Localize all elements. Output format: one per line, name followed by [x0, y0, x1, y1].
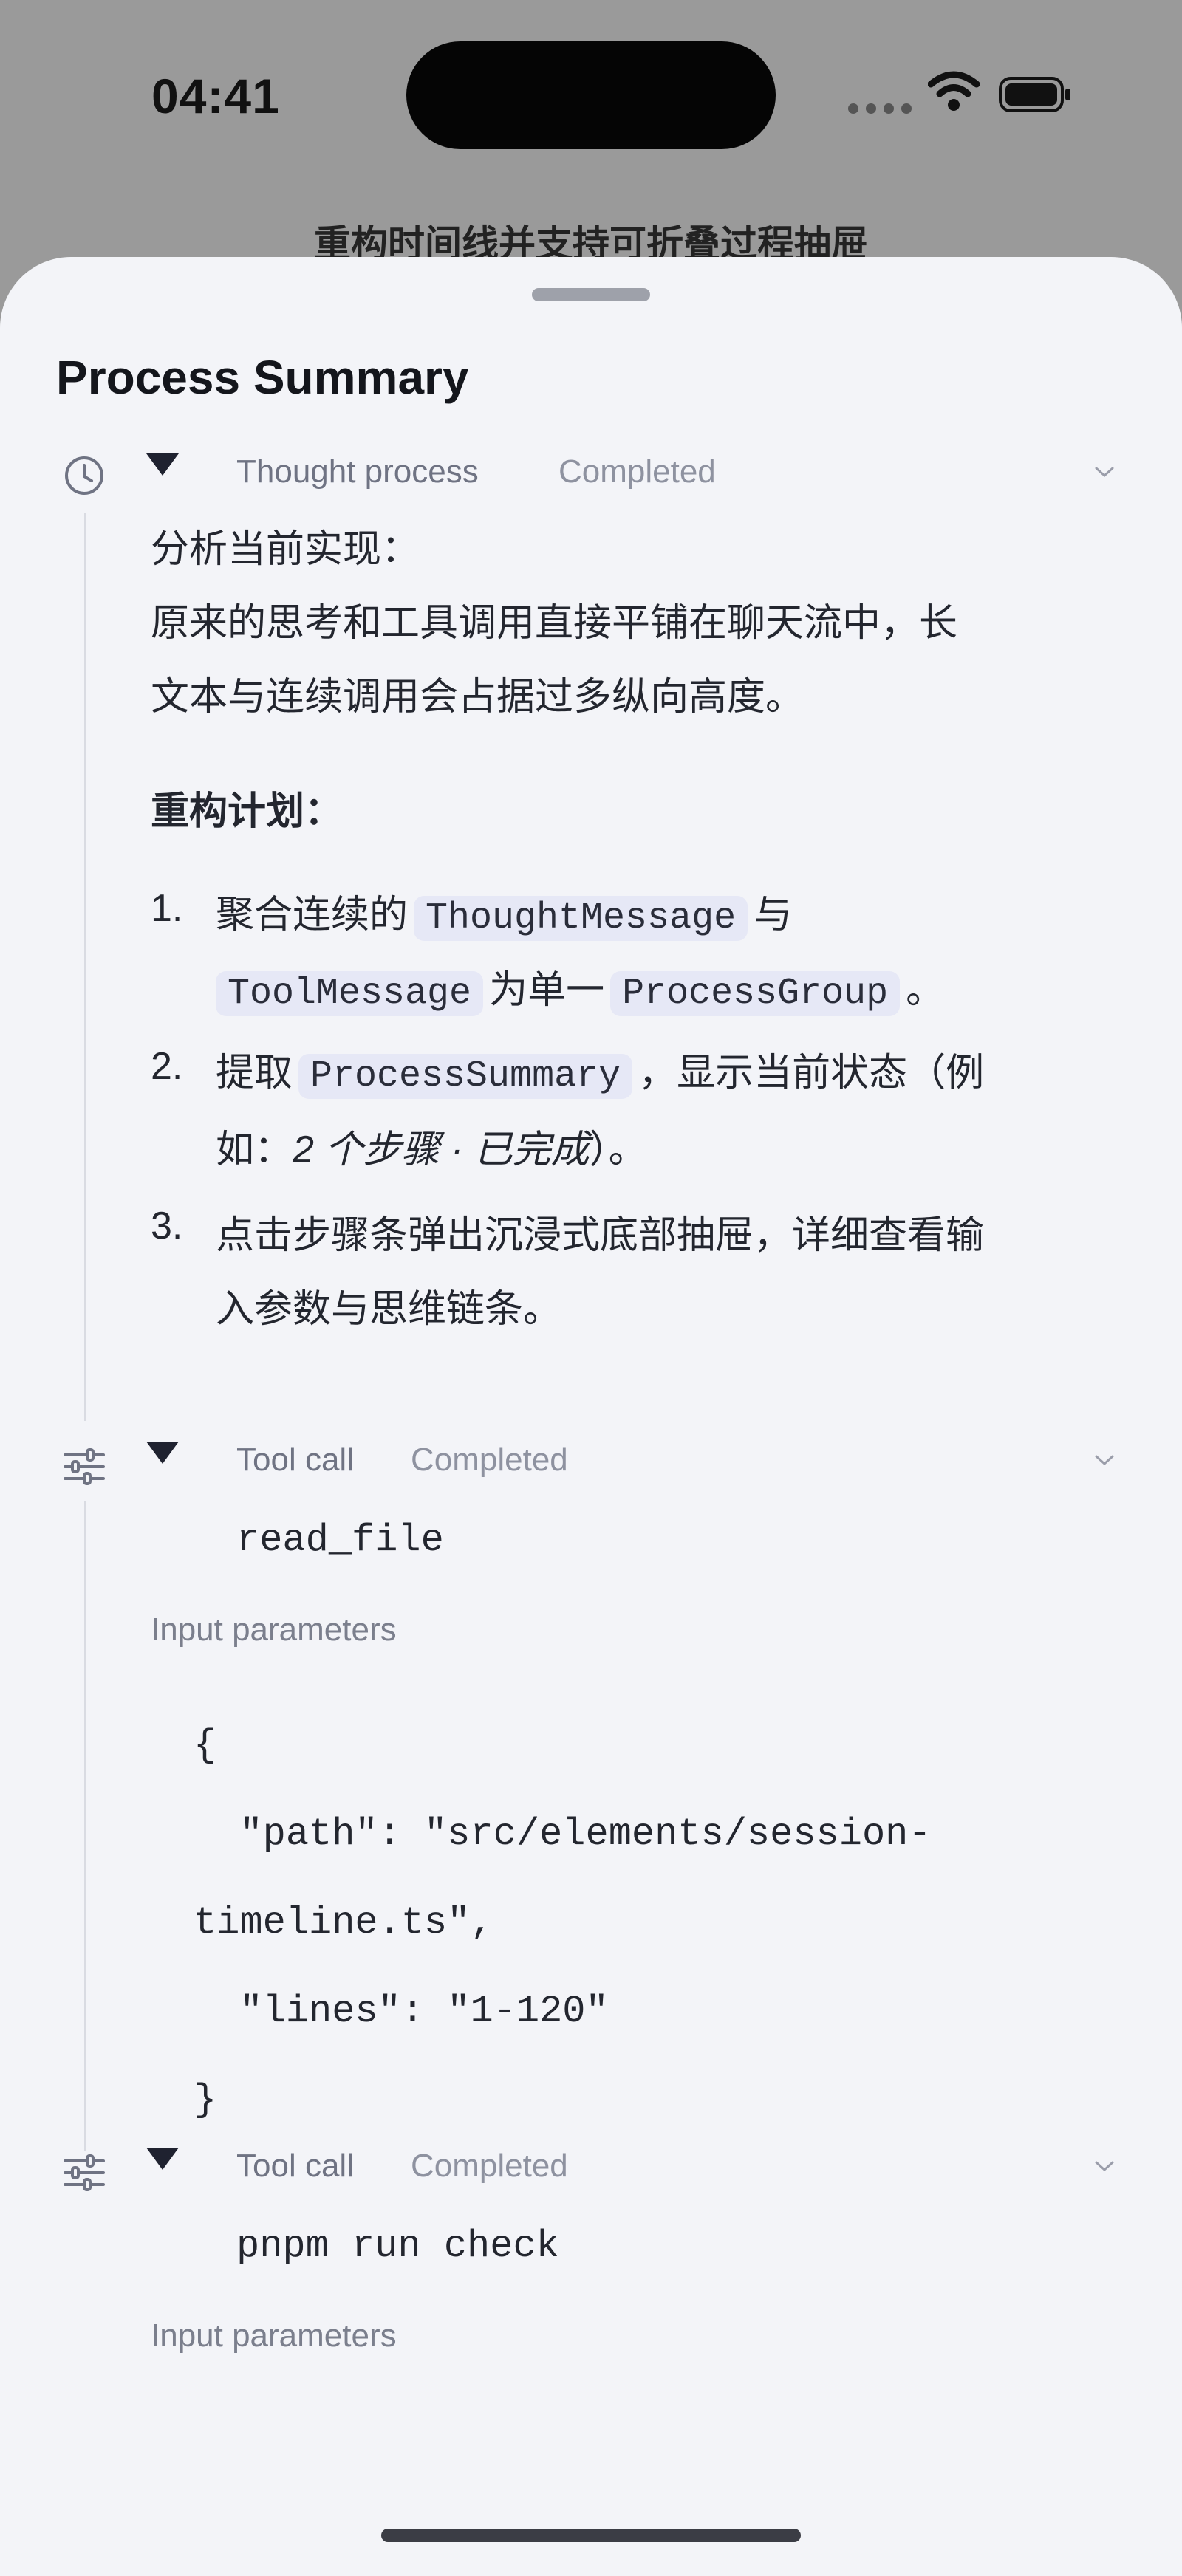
chevron-down-icon[interactable] — [1092, 464, 1117, 480]
sheet-grabber[interactable] — [532, 288, 650, 301]
inline-code: ProcessSummary — [298, 1054, 633, 1099]
status-time: 04:41 — [151, 69, 280, 123]
wifi-icon — [928, 71, 980, 111]
list-number: 1. — [151, 887, 183, 930]
collapse-triangle-icon[interactable] — [146, 1442, 179, 1464]
battery-icon — [999, 77, 1070, 112]
input-parameters-label: Input parameters — [151, 2318, 397, 2354]
list-item-text: 入参数与思维链条。 — [216, 1288, 562, 1331]
section-label[interactable]: Thought process — [236, 453, 479, 490]
tool-call-section: Tool call Completed read_file Input para… — [0, 1442, 1182, 2151]
section-status: Completed — [411, 1442, 568, 1478]
collapse-triangle-icon[interactable] — [146, 453, 179, 476]
section-label[interactable]: Tool call — [236, 1442, 354, 1479]
inline-code: ProcessGroup — [610, 971, 901, 1016]
inline-code: ThoughtMessage — [414, 896, 748, 941]
section-status: Completed — [411, 2148, 568, 2184]
thought-intro-line: 原来的思考和工具调用直接平铺在聊天流中，长 — [151, 602, 958, 645]
tool-call-section: Tool call Completed pnpm run check Input… — [0, 2148, 1182, 2369]
clock-icon — [65, 456, 103, 495]
timeline-rail — [84, 513, 86, 1421]
chevron-down-icon[interactable] — [1092, 2158, 1117, 2174]
code-line: { — [194, 1724, 217, 1767]
section-label[interactable]: Tool call — [236, 2148, 354, 2185]
home-indicator[interactable] — [381, 2529, 801, 2542]
sliders-icon — [64, 1448, 105, 1485]
collapse-triangle-icon[interactable] — [146, 2148, 179, 2170]
list-number: 3. — [151, 1205, 183, 1247]
list-item-text: ToolMessage 为单一 ProcessGroup。 — [216, 959, 944, 1016]
process-summary-sheet: Process Summary Thought process Complete… — [0, 257, 1182, 2576]
thought-intro-line: 分析当前实现： — [151, 528, 420, 571]
cellular-signal-icon — [848, 103, 919, 117]
input-parameters-label: Input parameters — [151, 1611, 397, 1648]
sliders-icon — [64, 2154, 105, 2191]
inline-code: ToolMessage — [216, 971, 484, 1016]
timeline-rail — [84, 1501, 86, 2151]
status-bar: 04:41 — [0, 0, 1182, 162]
tool-function-name: pnpm run check — [236, 2224, 559, 2268]
code-line: "path": "src/elements/session- — [194, 1812, 932, 1856]
code-line: } — [194, 2078, 217, 2122]
chevron-down-icon[interactable] — [1092, 1452, 1117, 1468]
list-item-text: 提取 ProcessSummary ，显示当前状态（例 — [216, 1052, 985, 1099]
plan-title: 重构计划： — [151, 790, 344, 833]
list-number: 2. — [151, 1045, 183, 1088]
dynamic-island — [406, 41, 776, 149]
section-status: Completed — [558, 453, 716, 490]
tool-function-name: read_file — [236, 1518, 444, 1562]
list-item-text: 点击步骤条弹出沉浸式底部抽屉，详细查看输 — [216, 1214, 985, 1257]
thought-intro-line: 文本与连续调用会占据过多纵向高度。 — [151, 676, 804, 719]
status-example: 2 个步骤 · 已完成 — [293, 1128, 590, 1171]
list-item-text: 聚合连续的 ThoughtMessage 与 — [216, 894, 793, 941]
code-line: timeline.ts", — [194, 1901, 493, 1945]
sheet-title: Process Summary — [56, 351, 469, 404]
code-block: { "path": "src/elements/session-timeline… — [194, 1702, 932, 2145]
list-item-text: 如：2 个步骤 · 已完成）。 — [216, 1128, 647, 1171]
code-line: "lines": "1-120" — [194, 1990, 609, 2033]
